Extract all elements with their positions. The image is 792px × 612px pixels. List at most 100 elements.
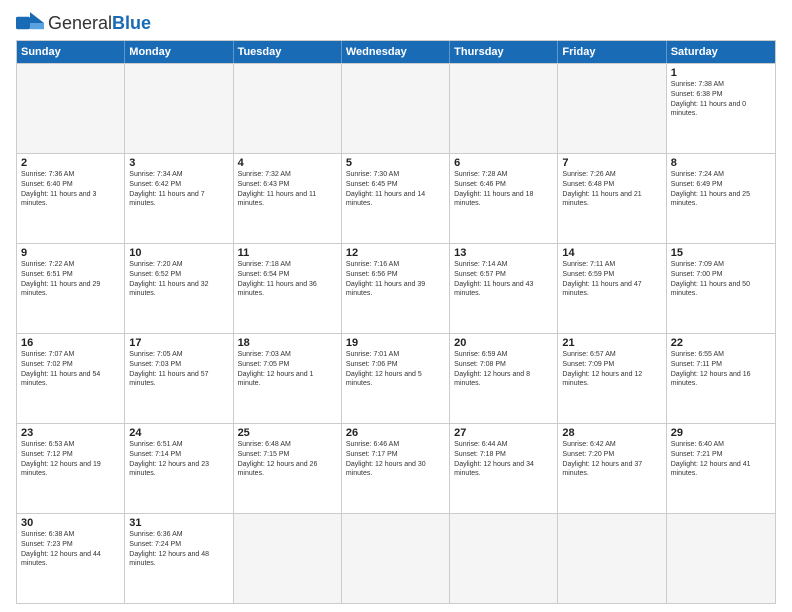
day-number: 21	[562, 337, 661, 349]
day-info: Sunrise: 7:30 AM Sunset: 6:45 PM Dayligh…	[346, 170, 445, 209]
calendar-cell: 16Sunrise: 7:07 AM Sunset: 7:02 PM Dayli…	[17, 334, 125, 423]
calendar-cell: 19Sunrise: 7:01 AM Sunset: 7:06 PM Dayli…	[342, 334, 450, 423]
day-info: Sunrise: 7:26 AM Sunset: 6:48 PM Dayligh…	[562, 170, 661, 209]
calendar-cell	[558, 64, 666, 153]
day-number: 29	[671, 427, 771, 439]
day-number: 5	[346, 157, 445, 169]
day-number: 31	[129, 517, 228, 529]
day-number: 3	[129, 157, 228, 169]
calendar: SundayMondayTuesdayWednesdayThursdayFrid…	[16, 40, 776, 604]
header-day-monday: Monday	[125, 41, 233, 63]
calendar-cell: 1Sunrise: 7:38 AM Sunset: 6:38 PM Daylig…	[667, 64, 775, 153]
day-number: 19	[346, 337, 445, 349]
header-day-tuesday: Tuesday	[234, 41, 342, 63]
day-info: Sunrise: 7:24 AM Sunset: 6:49 PM Dayligh…	[671, 170, 771, 209]
calendar-cell: 5Sunrise: 7:30 AM Sunset: 6:45 PM Daylig…	[342, 154, 450, 243]
calendar-body: 1Sunrise: 7:38 AM Sunset: 6:38 PM Daylig…	[17, 63, 775, 603]
day-number: 26	[346, 427, 445, 439]
header-day-friday: Friday	[558, 41, 666, 63]
calendar-cell	[234, 64, 342, 153]
calendar-cell	[450, 64, 558, 153]
day-number: 8	[671, 157, 771, 169]
day-number: 1	[671, 67, 771, 79]
day-number: 2	[21, 157, 120, 169]
day-info: Sunrise: 7:11 AM Sunset: 6:59 PM Dayligh…	[562, 260, 661, 299]
calendar-cell: 8Sunrise: 7:24 AM Sunset: 6:49 PM Daylig…	[667, 154, 775, 243]
day-info: Sunrise: 7:20 AM Sunset: 6:52 PM Dayligh…	[129, 260, 228, 299]
day-info: Sunrise: 7:05 AM Sunset: 7:03 PM Dayligh…	[129, 350, 228, 389]
day-number: 6	[454, 157, 553, 169]
calendar-cell: 15Sunrise: 7:09 AM Sunset: 7:00 PM Dayli…	[667, 244, 775, 333]
day-info: Sunrise: 6:55 AM Sunset: 7:11 PM Dayligh…	[671, 350, 771, 389]
header-day-wednesday: Wednesday	[342, 41, 450, 63]
day-number: 12	[346, 247, 445, 259]
header-day-sunday: Sunday	[17, 41, 125, 63]
day-number: 11	[238, 247, 337, 259]
calendar-cell	[342, 514, 450, 603]
calendar-cell: 26Sunrise: 6:46 AM Sunset: 7:17 PM Dayli…	[342, 424, 450, 513]
calendar-cell: 27Sunrise: 6:44 AM Sunset: 7:18 PM Dayli…	[450, 424, 558, 513]
page: GeneralBlue SundayMondayTuesdayWednesday…	[0, 0, 792, 612]
day-info: Sunrise: 6:44 AM Sunset: 7:18 PM Dayligh…	[454, 440, 553, 479]
day-number: 25	[238, 427, 337, 439]
calendar-cell	[450, 514, 558, 603]
day-info: Sunrise: 7:14 AM Sunset: 6:57 PM Dayligh…	[454, 260, 553, 299]
day-info: Sunrise: 7:36 AM Sunset: 6:40 PM Dayligh…	[21, 170, 120, 209]
calendar-row-2: 9Sunrise: 7:22 AM Sunset: 6:51 PM Daylig…	[17, 243, 775, 333]
calendar-cell	[558, 514, 666, 603]
calendar-cell: 21Sunrise: 6:57 AM Sunset: 7:09 PM Dayli…	[558, 334, 666, 423]
day-info: Sunrise: 6:48 AM Sunset: 7:15 PM Dayligh…	[238, 440, 337, 479]
day-info: Sunrise: 7:22 AM Sunset: 6:51 PM Dayligh…	[21, 260, 120, 299]
day-info: Sunrise: 6:46 AM Sunset: 7:17 PM Dayligh…	[346, 440, 445, 479]
calendar-cell: 22Sunrise: 6:55 AM Sunset: 7:11 PM Dayli…	[667, 334, 775, 423]
day-info: Sunrise: 6:51 AM Sunset: 7:14 PM Dayligh…	[129, 440, 228, 479]
calendar-cell: 29Sunrise: 6:40 AM Sunset: 7:21 PM Dayli…	[667, 424, 775, 513]
day-number: 22	[671, 337, 771, 349]
day-number: 16	[21, 337, 120, 349]
calendar-cell: 12Sunrise: 7:16 AM Sunset: 6:56 PM Dayli…	[342, 244, 450, 333]
calendar-cell: 30Sunrise: 6:38 AM Sunset: 7:23 PM Dayli…	[17, 514, 125, 603]
day-info: Sunrise: 7:32 AM Sunset: 6:43 PM Dayligh…	[238, 170, 337, 209]
day-info: Sunrise: 6:42 AM Sunset: 7:20 PM Dayligh…	[562, 440, 661, 479]
calendar-cell: 2Sunrise: 7:36 AM Sunset: 6:40 PM Daylig…	[17, 154, 125, 243]
day-number: 13	[454, 247, 553, 259]
calendar-row-0: 1Sunrise: 7:38 AM Sunset: 6:38 PM Daylig…	[17, 63, 775, 153]
header: GeneralBlue	[16, 12, 776, 34]
header-day-thursday: Thursday	[450, 41, 558, 63]
calendar-cell: 10Sunrise: 7:20 AM Sunset: 6:52 PM Dayli…	[125, 244, 233, 333]
calendar-cell	[342, 64, 450, 153]
day-info: Sunrise: 7:03 AM Sunset: 7:05 PM Dayligh…	[238, 350, 337, 389]
calendar-cell: 3Sunrise: 7:34 AM Sunset: 6:42 PM Daylig…	[125, 154, 233, 243]
calendar-cell: 4Sunrise: 7:32 AM Sunset: 6:43 PM Daylig…	[234, 154, 342, 243]
day-number: 7	[562, 157, 661, 169]
day-info: Sunrise: 7:18 AM Sunset: 6:54 PM Dayligh…	[238, 260, 337, 299]
calendar-header: SundayMondayTuesdayWednesdayThursdayFrid…	[17, 41, 775, 63]
day-number: 28	[562, 427, 661, 439]
calendar-cell: 28Sunrise: 6:42 AM Sunset: 7:20 PM Dayli…	[558, 424, 666, 513]
logo-text: GeneralBlue	[48, 13, 151, 34]
day-number: 14	[562, 247, 661, 259]
day-info: Sunrise: 6:40 AM Sunset: 7:21 PM Dayligh…	[671, 440, 771, 479]
day-info: Sunrise: 6:53 AM Sunset: 7:12 PM Dayligh…	[21, 440, 120, 479]
day-number: 24	[129, 427, 228, 439]
day-number: 4	[238, 157, 337, 169]
calendar-cell: 13Sunrise: 7:14 AM Sunset: 6:57 PM Dayli…	[450, 244, 558, 333]
day-info: Sunrise: 7:07 AM Sunset: 7:02 PM Dayligh…	[21, 350, 120, 389]
calendar-cell: 20Sunrise: 6:59 AM Sunset: 7:08 PM Dayli…	[450, 334, 558, 423]
calendar-cell: 24Sunrise: 6:51 AM Sunset: 7:14 PM Dayli…	[125, 424, 233, 513]
calendar-cell: 23Sunrise: 6:53 AM Sunset: 7:12 PM Dayli…	[17, 424, 125, 513]
day-number: 15	[671, 247, 771, 259]
calendar-cell: 11Sunrise: 7:18 AM Sunset: 6:54 PM Dayli…	[234, 244, 342, 333]
day-info: Sunrise: 6:38 AM Sunset: 7:23 PM Dayligh…	[21, 530, 120, 569]
day-number: 20	[454, 337, 553, 349]
day-number: 18	[238, 337, 337, 349]
day-info: Sunrise: 7:28 AM Sunset: 6:46 PM Dayligh…	[454, 170, 553, 209]
day-number: 17	[129, 337, 228, 349]
day-info: Sunrise: 6:59 AM Sunset: 7:08 PM Dayligh…	[454, 350, 553, 389]
calendar-cell	[234, 514, 342, 603]
calendar-row-5: 30Sunrise: 6:38 AM Sunset: 7:23 PM Dayli…	[17, 513, 775, 603]
calendar-cell: 7Sunrise: 7:26 AM Sunset: 6:48 PM Daylig…	[558, 154, 666, 243]
calendar-cell: 17Sunrise: 7:05 AM Sunset: 7:03 PM Dayli…	[125, 334, 233, 423]
day-number: 30	[21, 517, 120, 529]
calendar-cell	[667, 514, 775, 603]
